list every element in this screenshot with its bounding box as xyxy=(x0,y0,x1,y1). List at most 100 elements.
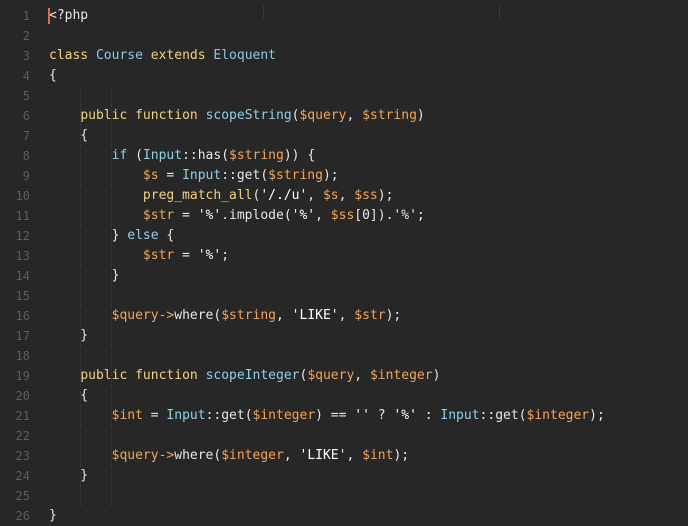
code-editor[interactable]: 1 2 3 4 5 6 7 8 9 10 11 12 13 14 15 16 17 18 19 20 21 22 23 24 2… xyxy=(0,0,688,524)
code-token: ); xyxy=(393,448,410,463)
code-token: ); xyxy=(589,408,605,423)
code-line[interactable]: { xyxy=(49,126,688,146)
code-token: , xyxy=(346,448,363,463)
code-area[interactable]: <?php class Course extends Eloquent { publ… xyxy=(48,6,688,526)
line-number: 5 xyxy=(22,89,30,103)
code-token: has( xyxy=(197,148,230,163)
code-token: { xyxy=(49,68,57,83)
code-line[interactable]: class Course extends Eloquent xyxy=(49,46,688,66)
code-token: '%' xyxy=(197,248,222,263)
code-line[interactable] xyxy=(49,346,688,366)
code-token: '%' xyxy=(291,208,316,223)
code-line[interactable] xyxy=(49,86,688,106)
code-token: = xyxy=(174,248,198,263)
line-number: 10 xyxy=(15,189,30,203)
code-line[interactable] xyxy=(49,486,688,506)
code-token: )) { xyxy=(283,148,316,163)
code-token: :: xyxy=(479,408,496,423)
indent-guide xyxy=(111,126,113,146)
code-token: ? xyxy=(369,408,394,423)
code-token: $integer xyxy=(526,408,590,423)
code-line[interactable]: $str = '%'; xyxy=(49,246,688,266)
code-token: get( xyxy=(221,408,253,423)
line-number: 18 xyxy=(15,349,30,363)
indent-guide xyxy=(111,206,113,226)
code-token: { xyxy=(158,228,175,243)
code-line[interactable] xyxy=(49,286,688,306)
line-number: 1 xyxy=(22,9,30,23)
code-token: :: xyxy=(221,168,237,183)
indent-guide xyxy=(80,326,82,346)
indent-guide xyxy=(111,366,113,386)
indent-guide xyxy=(80,166,82,186)
line-number: 8 xyxy=(22,149,30,163)
code-line[interactable]: $query->where($integer, 'LIKE', $int); xyxy=(49,446,688,466)
line-number: 20 xyxy=(15,389,30,403)
code-token: '/./u' xyxy=(260,188,308,203)
code-token: scopeInteger xyxy=(205,368,300,383)
indent-guide xyxy=(80,286,82,306)
indent-guide xyxy=(80,86,82,106)
code-token: $str xyxy=(142,208,175,223)
code-line[interactable]: } else { xyxy=(49,226,688,246)
code-line[interactable]: <?php xyxy=(48,6,688,26)
code-line[interactable] xyxy=(49,26,688,46)
code-line[interactable]: preg_match_all('/./u', $s, $ss); xyxy=(49,186,688,206)
indent-guide xyxy=(111,306,113,326)
indent-guide xyxy=(111,486,113,506)
code-token: -> xyxy=(158,448,175,463)
line-number: 16 xyxy=(15,309,30,323)
code-token: $string xyxy=(221,308,277,323)
code-line[interactable]: } xyxy=(49,466,688,486)
code-line[interactable]: public function scopeString($query, $str… xyxy=(49,106,688,126)
code-token: = xyxy=(142,408,167,423)
code-line[interactable] xyxy=(49,426,688,446)
code-token: $int xyxy=(362,448,394,463)
indent-guide xyxy=(111,146,113,166)
indent-guide xyxy=(111,326,113,346)
indent-guide xyxy=(111,286,113,306)
code-token: $ss xyxy=(354,188,378,203)
code-line[interactable]: $int = Input::get($integer) == '' ? '%' … xyxy=(49,406,688,426)
line-number: 3 xyxy=(22,49,30,63)
indent-guide xyxy=(80,246,82,266)
code-line[interactable]: { xyxy=(49,66,688,86)
code-token: public xyxy=(80,368,128,383)
code-token: $int xyxy=(111,408,143,423)
code-line[interactable]: if (Input::has($string)) { xyxy=(49,146,688,166)
code-token: get( xyxy=(236,168,269,183)
code-token: 'LIKE' xyxy=(299,448,347,463)
code-token: function xyxy=(135,368,198,383)
indent-guide xyxy=(111,226,113,246)
indent-guide xyxy=(111,86,113,106)
code-token: $str xyxy=(142,248,175,263)
line-number: 21 xyxy=(15,409,30,423)
code-line[interactable]: public function scopeInteger($query, $in… xyxy=(49,366,688,386)
code-line[interactable]: } xyxy=(49,506,688,526)
indent-guide xyxy=(111,386,113,406)
code-token: [0]).'%'; xyxy=(354,208,425,223)
code-line[interactable]: } xyxy=(49,266,688,286)
code-line[interactable]: $str = '%'.implode('%', $ss[0]).'%'; xyxy=(49,206,688,226)
line-number: 22 xyxy=(15,429,30,443)
indent-guide xyxy=(80,446,82,466)
code-token: '' xyxy=(354,408,370,423)
code-line[interactable]: $query->where($string, 'LIKE', $str); xyxy=(49,306,688,326)
code-token: where( xyxy=(174,448,222,463)
code-token: $integer xyxy=(221,448,284,463)
code-token: '%' xyxy=(393,408,417,423)
code-token: ; xyxy=(221,248,230,263)
code-token: = xyxy=(158,168,183,183)
code-line[interactable]: { xyxy=(49,386,688,406)
code-token: , xyxy=(354,368,370,383)
code-line[interactable]: } xyxy=(49,326,688,346)
code-line[interactable]: $s = Input::get($string); xyxy=(49,166,688,186)
indent-guide xyxy=(80,346,82,366)
code-token: } xyxy=(49,468,89,483)
line-number: 15 xyxy=(15,289,30,303)
line-number: 9 xyxy=(22,169,30,183)
